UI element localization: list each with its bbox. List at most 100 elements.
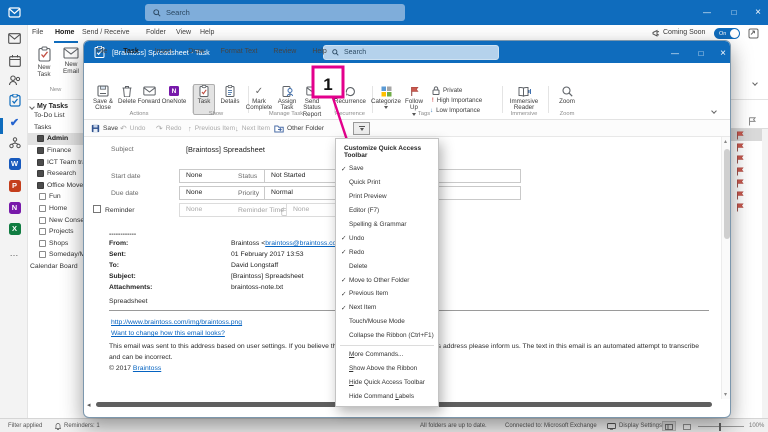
flag-icon[interactable] [736, 191, 744, 200]
forward-button[interactable]: Forward [136, 85, 162, 105]
menu-item-collapse-ribbon[interactable]: Collapse the Ribbon (Ctrl+F1) [336, 329, 438, 343]
calendar-app-icon[interactable] [7, 53, 22, 68]
tab-home[interactable]: Home [55, 29, 74, 36]
onenote-app-icon[interactable]: N [7, 200, 22, 215]
private-button[interactable]: Private [432, 86, 462, 95]
delete-button[interactable]: Delete [116, 85, 138, 105]
menu-item-hide-command-labels[interactable]: Hide Command Labels [336, 389, 438, 403]
collapse-ribbon-chevron-icon[interactable] [711, 108, 717, 114]
zoom-slider-thumb[interactable] [719, 422, 721, 431]
folder-item-tasks[interactable]: Tasks [34, 122, 89, 134]
maximize-button[interactable]: □ [725, 0, 743, 25]
minimize-button[interactable]: — [698, 0, 716, 25]
coming-soon-toggle[interactable]: On [714, 28, 740, 39]
details-button[interactable]: Details [218, 85, 242, 105]
tasks-app-icon[interactable] [7, 93, 22, 108]
menu-item-hide-qat[interactable]: Hide Quick Access Toolbar [336, 375, 438, 389]
task-tab-help[interactable]: Help [304, 41, 334, 61]
menu-item-save[interactable]: ✓ Save [336, 162, 438, 176]
task-close-button[interactable]: × [714, 41, 730, 66]
tab-folder[interactable]: Folder [146, 29, 166, 36]
org-app-icon[interactable] [7, 135, 22, 150]
task-tab-insert[interactable]: Insert [147, 41, 181, 61]
flag-icon[interactable] [736, 155, 744, 164]
flag-icon[interactable] [736, 167, 744, 176]
qat-previous-item-button[interactable]: ↑ Previous Item [188, 123, 235, 134]
menu-item-more-commands[interactable]: More Commands... [336, 348, 438, 362]
menu-item-quick-print[interactable]: Quick Print [336, 176, 438, 190]
email-link[interactable]: braintoss@braintoss.com [265, 240, 342, 247]
menu-item-undo[interactable]: ✓ Undo [336, 231, 438, 245]
menu-item-move-to-other-folder[interactable]: ✓ Move to Other Folder [336, 273, 438, 287]
zoom-level[interactable]: 100% [749, 423, 764, 429]
hscroll-left-arrow[interactable]: ◂ [87, 401, 91, 409]
task-tab-task[interactable]: Task [115, 41, 146, 61]
new-task-button[interactable]: New Task [31, 46, 57, 78]
high-importance-button[interactable]: ! High Importance [432, 97, 482, 104]
flag-icon[interactable] [736, 143, 744, 152]
flag-icon[interactable] [736, 203, 744, 212]
vertical-scrollbar-thumb[interactable] [723, 149, 730, 239]
people-app-icon[interactable] [7, 73, 22, 88]
menu-item-editor[interactable]: Editor (F7) [336, 204, 438, 218]
menu-item-redo[interactable]: ✓ Redo [336, 245, 438, 259]
new-email-button[interactable]: New Email [58, 46, 84, 75]
zoom-button[interactable]: Zoom [554, 85, 580, 105]
subject-value[interactable]: [Braintoss] Spreadsheet [186, 145, 265, 154]
menu-item-delete[interactable]: Delete [336, 259, 438, 273]
word-app-icon[interactable]: W [7, 156, 22, 171]
save-close-button[interactable]: Save & Close [89, 85, 117, 112]
powerpoint-app-icon[interactable]: P [7, 178, 22, 193]
menu-item-previous-item[interactable]: ✓ Previous Item [336, 287, 438, 301]
task-list-scrollbar[interactable] [762, 129, 768, 418]
menu-item-next-item[interactable]: ✓ Next Item [336, 301, 438, 315]
task-maximize-button[interactable]: □ [692, 41, 710, 66]
qat-undo-button[interactable]: ↶ Undo [120, 123, 145, 134]
search-input[interactable]: Search [145, 4, 405, 21]
email-settings-link[interactable]: Want to change how this email looks? [111, 330, 225, 337]
tab-send-receive[interactable]: Send / Receive [82, 29, 129, 36]
vscroll-up-arrow[interactable]: ▴ [724, 138, 727, 145]
braintoss-image-link[interactable]: http://www.braintoss.com/img/braintoss.p… [111, 319, 242, 326]
immersive-reader-button[interactable]: Immersive Reader [506, 85, 542, 112]
tab-view[interactable]: View [176, 29, 191, 36]
tab-file[interactable]: File [32, 29, 43, 36]
braintoss-link[interactable]: Braintoss [133, 365, 161, 372]
flag-icon[interactable] [736, 179, 744, 188]
todo-app-icon[interactable]: ✔ [7, 115, 22, 130]
task-tab-draw[interactable]: Draw [180, 41, 212, 61]
attachment-file[interactable]: braintoss-note.txt [231, 284, 283, 291]
zoom-slider-track[interactable] [698, 426, 744, 427]
close-button[interactable]: × [749, 0, 767, 25]
flag-icon[interactable] [736, 131, 744, 140]
ribbon-options-icon[interactable] [748, 28, 759, 39]
task-minimize-button[interactable]: — [666, 41, 684, 66]
menu-item-spelling-grammar[interactable]: Spelling & Grammar [336, 218, 438, 232]
menu-item-show-above-ribbon[interactable]: Show Above the Ribbon [336, 361, 438, 375]
reminder-checkbox[interactable] [93, 205, 101, 213]
display-settings-button[interactable]: Display Settings [619, 423, 662, 429]
mark-complete-button[interactable]: ✓ Mark Complete [244, 85, 274, 112]
vertical-scrollbar[interactable]: ▴ ▾ [721, 137, 730, 399]
task-tab-review[interactable]: Review [265, 41, 304, 61]
qat-redo-button[interactable]: ↷ Redo [156, 123, 181, 134]
task-search-input[interactable]: Search [323, 44, 499, 60]
menu-item-print-preview[interactable]: Print Preview [336, 190, 438, 204]
reminders-status[interactable]: Reminders: 1 [64, 423, 100, 429]
more-apps-icon[interactable]: … [7, 245, 22, 260]
qat-next-item-button[interactable]: ↓ Next Item [235, 123, 270, 134]
collapse-ribbon-chevron-icon[interactable] [752, 80, 758, 86]
vscroll-down-arrow[interactable]: ▾ [724, 391, 727, 398]
reading-view-icon[interactable] [683, 423, 691, 430]
folder-item-todo-list[interactable]: To-Do List [34, 110, 89, 122]
task-tab-file[interactable]: File [88, 41, 115, 61]
onenote-button[interactable]: N OneNote [160, 85, 188, 105]
excel-app-icon[interactable]: X [7, 221, 22, 236]
mail-app-icon[interactable] [7, 31, 22, 46]
tab-help[interactable]: Help [200, 29, 214, 36]
task-view-button[interactable]: Task [193, 85, 215, 105]
folder-item-calendar-board[interactable]: Calendar Board [30, 261, 85, 273]
qat-save-button[interactable]: Save [91, 123, 118, 134]
menu-item-touch-mouse-mode[interactable]: Touch/Mouse Mode [336, 315, 438, 329]
task-tab-format-text[interactable]: Format Text [213, 41, 266, 61]
